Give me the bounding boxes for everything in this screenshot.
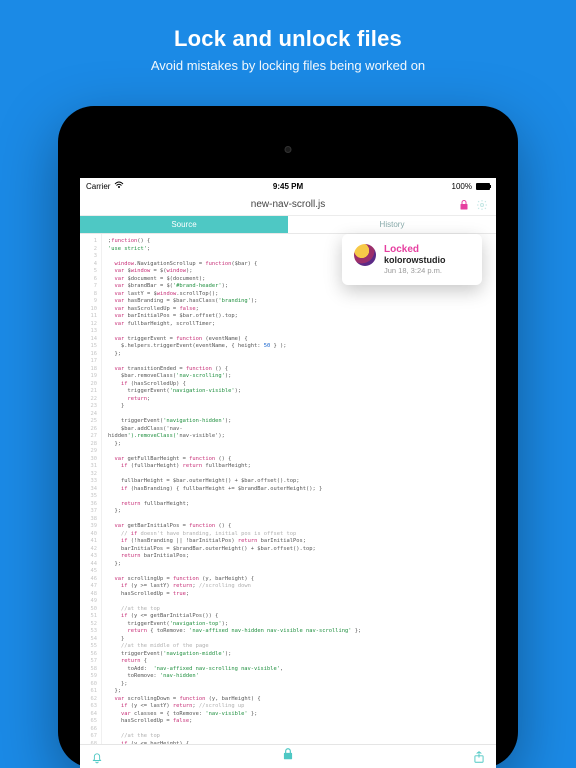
tab-bar: Source History [80, 216, 496, 234]
lock-icon[interactable] [458, 199, 470, 211]
source-lines: ;function() {'use strict'; window.Naviga… [102, 234, 496, 744]
tab-source[interactable]: Source [80, 216, 288, 233]
popover-time: Jun 18, 3:24 p.m. [384, 266, 446, 275]
app-screen: Carrier 9:45 PM 100% new-nav-scroll.js S… [80, 178, 496, 768]
popover-user: kolorowstudio [384, 255, 446, 265]
avatar [354, 244, 376, 266]
file-name: new-nav-scroll.js [251, 199, 325, 210]
gear-icon[interactable] [476, 199, 488, 211]
marketing-subtitle: Avoid mistakes by locking files being wo… [0, 58, 576, 73]
code-view[interactable]: 1234567891011121314151617181920212223242… [80, 234, 496, 744]
battery-icon [476, 183, 490, 190]
status-bar: Carrier 9:45 PM 100% [80, 178, 496, 194]
battery-label: 100% [452, 182, 472, 191]
title-bar: new-nav-scroll.js [80, 194, 496, 216]
device-camera [285, 146, 292, 153]
status-time: 9:45 PM [80, 182, 496, 191]
line-gutter: 1234567891011121314151617181920212223242… [80, 234, 102, 744]
device-frame: Carrier 9:45 PM 100% new-nav-scroll.js S… [58, 106, 518, 768]
lock-popover: Locked kolorowstudio Jun 18, 3:24 p.m. [342, 234, 482, 285]
bottom-toolbar [80, 744, 496, 768]
lock-status-icon[interactable] [80, 747, 496, 766]
popover-title: Locked [384, 244, 446, 255]
wifi-icon [114, 181, 124, 191]
carrier-label: Carrier [86, 182, 110, 191]
marketing-title: Lock and unlock files [0, 26, 576, 52]
tab-history[interactable]: History [288, 216, 496, 233]
